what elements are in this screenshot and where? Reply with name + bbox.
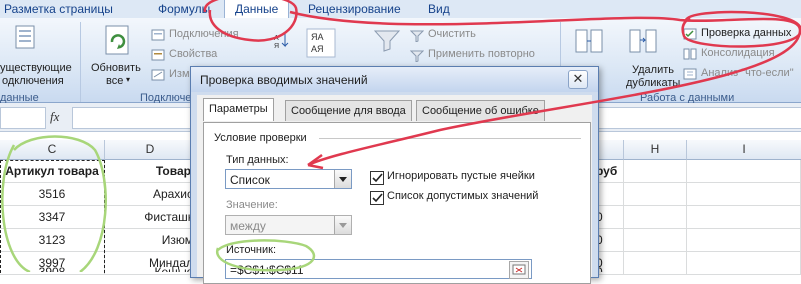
red-annotation-circle: [203, 0, 298, 42]
green-annotation-circle: [1, 135, 107, 272]
annotation-overlay: [1, 0, 801, 272]
red-annotation-circle: [681, 10, 801, 48]
red-annotation-arrow: [289, 10, 801, 167]
green-annotation-circle: [215, 239, 316, 272]
